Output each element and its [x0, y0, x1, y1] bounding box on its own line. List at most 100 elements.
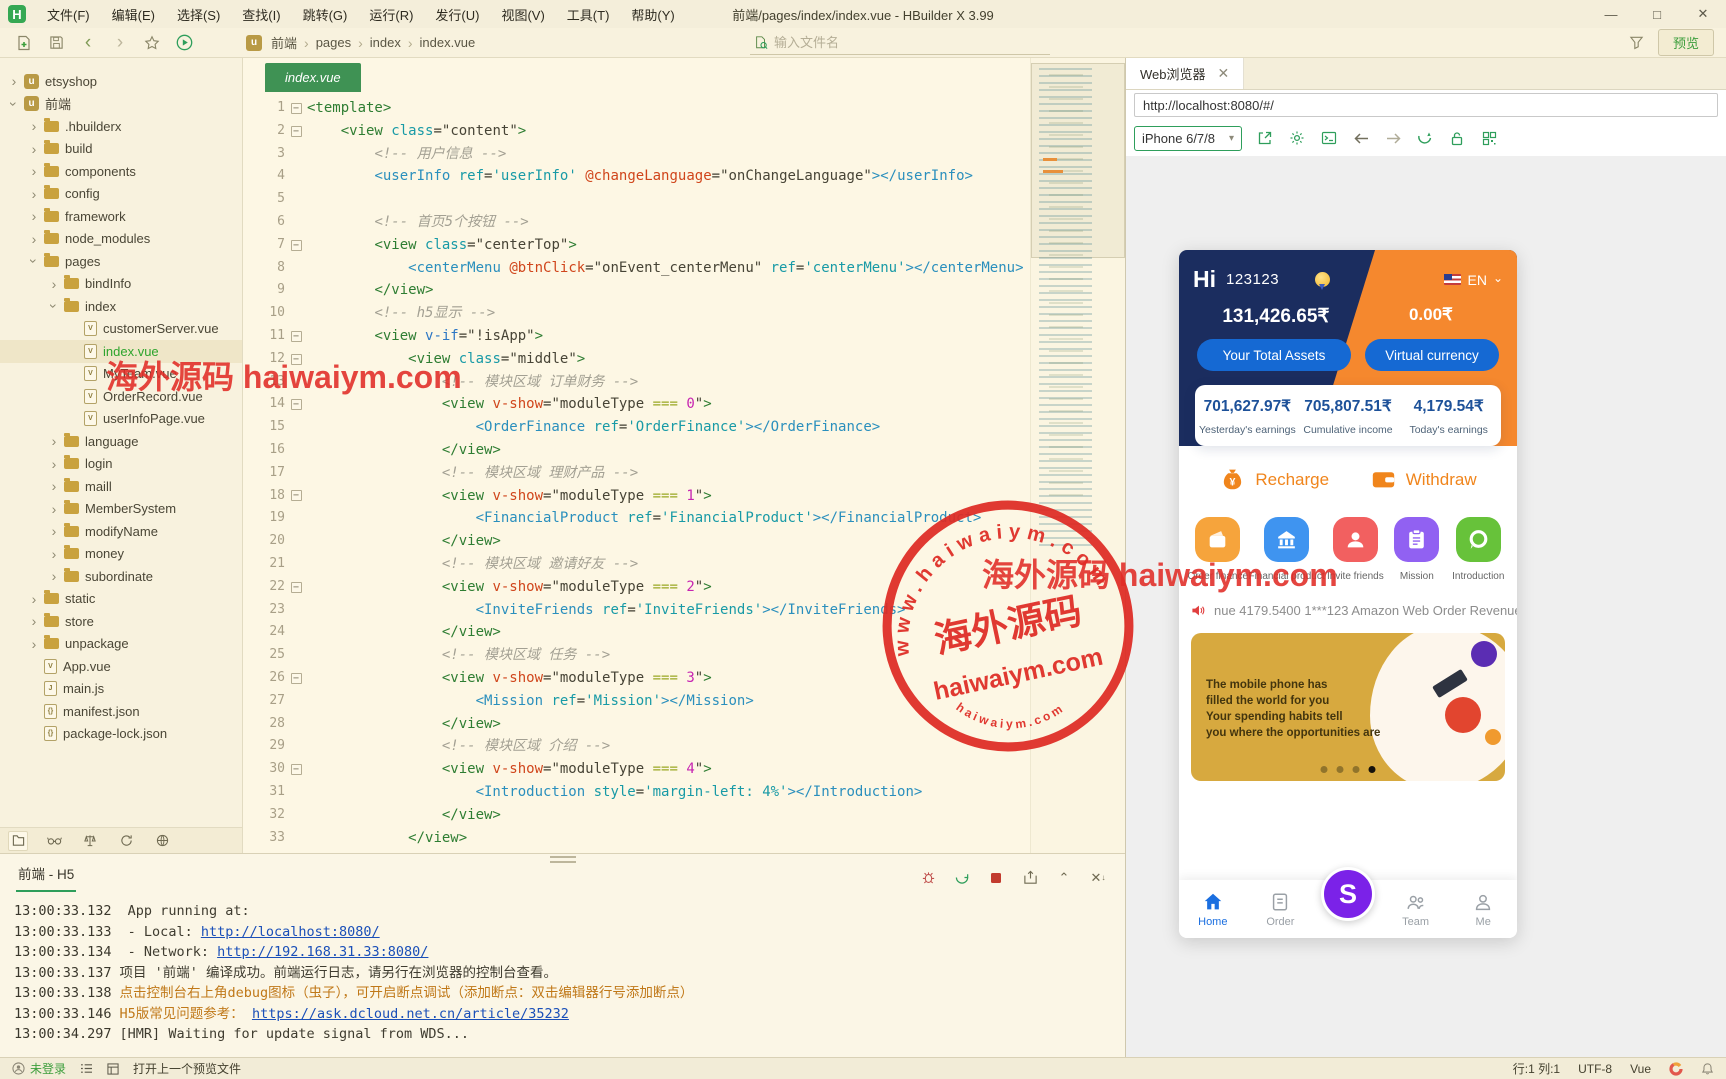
line-number[interactable]: 22: [243, 576, 285, 599]
tab-console-h5[interactable]: 前端 - H5: [16, 863, 77, 892]
line-number[interactable]: 30: [243, 758, 285, 781]
tree-item-unpackage[interactable]: › unpackage: [0, 633, 242, 656]
language-mode[interactable]: Vue: [1630, 1062, 1651, 1076]
chevron-icon[interactable]: ›: [26, 186, 42, 202]
close-tab-icon[interactable]: ✕: [1218, 65, 1230, 82]
login-status[interactable]: 未登录: [12, 1060, 66, 1077]
settings-gear-icon[interactable]: [1288, 129, 1306, 147]
refresh-icon[interactable]: [1416, 129, 1434, 147]
tree-item-build[interactable]: › build: [0, 138, 242, 161]
tab-Order[interactable]: Order: [1247, 880, 1315, 938]
chevron-icon[interactable]: ›: [46, 501, 62, 517]
menu-视图(V)[interactable]: 视图(V): [490, 0, 555, 28]
tree-item-language[interactable]: › language: [0, 430, 242, 453]
total-assets-button[interactable]: Your Total Assets: [1197, 339, 1352, 371]
tree-item-framework[interactable]: › framework: [0, 205, 242, 228]
chevron-icon[interactable]: ›: [26, 613, 42, 629]
tree-item-login[interactable]: › login: [0, 453, 242, 476]
forward-arrow-icon[interactable]: [1384, 129, 1402, 147]
line-number[interactable]: 18: [243, 485, 285, 508]
breadcrumb-item[interactable]: index: [370, 35, 401, 50]
line-number[interactable]: 28: [243, 713, 285, 736]
tree-item-customerServer.vue[interactable]: VcustomerServer.vue: [0, 318, 242, 341]
chevron-icon[interactable]: ›: [26, 141, 42, 157]
file-panel-icon[interactable]: [8, 830, 28, 851]
line-number[interactable]: 3: [243, 143, 285, 166]
chevron-icon[interactable]: ›: [46, 276, 62, 292]
chevron-icon[interactable]: ›: [26, 208, 42, 224]
glasses-icon[interactable]: [44, 831, 64, 851]
fold-icon[interactable]: −: [285, 234, 307, 257]
filter-funnel-icon[interactable]: [1629, 35, 1644, 50]
module-Order finance[interactable]: Order finance: [1187, 517, 1248, 582]
qr-code-icon[interactable]: [1480, 129, 1498, 147]
promo-banner[interactable]: The mobile phone has filled the world for…: [1191, 633, 1505, 781]
language-selector[interactable]: EN ⌄: [1444, 271, 1503, 288]
line-number[interactable]: 33: [243, 827, 285, 850]
menu-工具(T)[interactable]: 工具(T): [556, 0, 621, 28]
carousel-dot[interactable]: [1368, 766, 1376, 773]
line-number[interactable]: 11: [243, 325, 285, 348]
line-number[interactable]: 6: [243, 211, 285, 234]
news-ticker[interactable]: nue 4179.5400 1***123 Amazon Web Order R…: [1179, 597, 1517, 623]
tree-item-bindInfo[interactable]: › bindInfo: [0, 273, 242, 296]
chevron-icon[interactable]: ›: [26, 163, 42, 179]
console-terminal-icon[interactable]: [1320, 129, 1338, 147]
chevron-icon[interactable]: ›: [26, 591, 42, 607]
line-number[interactable]: 14: [243, 393, 285, 416]
menu-文件(F)[interactable]: 文件(F): [36, 0, 101, 28]
run-icon[interactable]: [168, 28, 200, 57]
save-icon[interactable]: [40, 28, 72, 57]
outline-list-icon[interactable]: [80, 1063, 93, 1074]
fold-icon[interactable]: −: [285, 758, 307, 781]
minimap[interactable]: [1030, 58, 1125, 853]
menu-选择(S)[interactable]: 选择(S): [166, 0, 231, 28]
fold-icon[interactable]: −: [285, 120, 307, 143]
module-Financial product[interactable]: Financial product: [1248, 517, 1325, 582]
log-link[interactable]: http://localhost:8080/: [201, 924, 380, 940]
tab-Team[interactable]: Team: [1382, 880, 1450, 938]
app-logo[interactable]: S: [1320, 867, 1375, 921]
module-Introduction[interactable]: Introduction: [1448, 517, 1509, 582]
tree-item-pages[interactable]: › pages: [0, 250, 242, 273]
open-external-icon[interactable]: [1256, 129, 1274, 147]
maximize-button[interactable]: □: [1634, 0, 1680, 28]
encoding[interactable]: UTF-8: [1578, 1062, 1612, 1076]
tree-item-userInfoPage.vue[interactable]: VuserInfoPage.vue: [0, 408, 242, 431]
line-number[interactable]: 26: [243, 667, 285, 690]
new-file-icon[interactable]: [8, 28, 40, 57]
carousel-dot[interactable]: [1320, 766, 1328, 773]
fold-icon[interactable]: −: [285, 97, 307, 120]
minimize-button[interactable]: —: [1588, 0, 1634, 28]
menu-帮助(Y)[interactable]: 帮助(Y): [620, 0, 685, 28]
fold-icon[interactable]: −: [285, 485, 307, 508]
tree-item-MyTeam.vue[interactable]: V MyTeam.vue: [0, 363, 242, 386]
chevron-icon[interactable]: ›: [26, 636, 42, 652]
close-button[interactable]: ✕: [1680, 0, 1726, 28]
carousel-dot[interactable]: [1352, 766, 1360, 773]
chevron-icon[interactable]: ›: [26, 253, 42, 269]
tree-item-config[interactable]: › config: [0, 183, 242, 206]
tree-item-MemberSystem[interactable]: › MemberSystem: [0, 498, 242, 521]
tree-item-subordinate[interactable]: › subordinate: [0, 565, 242, 588]
tree-item-money[interactable]: › money: [0, 543, 242, 566]
chevron-icon[interactable]: ›: [26, 118, 42, 134]
line-number[interactable]: 20: [243, 530, 285, 553]
line-number[interactable]: 1: [243, 97, 285, 120]
tree-item-前端[interactable]: › u 前端: [0, 93, 242, 116]
star-icon[interactable]: [136, 28, 168, 57]
tree-item-store[interactable]: › store: [0, 610, 242, 633]
forward-icon[interactable]: ›: [104, 28, 136, 57]
globe-icon[interactable]: [152, 831, 172, 851]
line-number[interactable]: 12: [243, 348, 285, 371]
tree-item-App.vue[interactable]: V App.vue: [0, 655, 242, 678]
log-link[interactable]: https://ask.dcloud.net.cn/article/35232: [252, 1006, 569, 1022]
menu-编辑(E)[interactable]: 编辑(E): [101, 0, 166, 28]
tab-Home[interactable]: Home: [1179, 880, 1247, 938]
chevron-icon[interactable]: ›: [46, 523, 62, 539]
line-number[interactable]: 4: [243, 165, 285, 188]
stop-icon[interactable]: [987, 869, 1005, 887]
chevron-icon[interactable]: ›: [46, 478, 62, 494]
line-number[interactable]: 7: [243, 234, 285, 257]
line-number[interactable]: 19: [243, 507, 285, 530]
